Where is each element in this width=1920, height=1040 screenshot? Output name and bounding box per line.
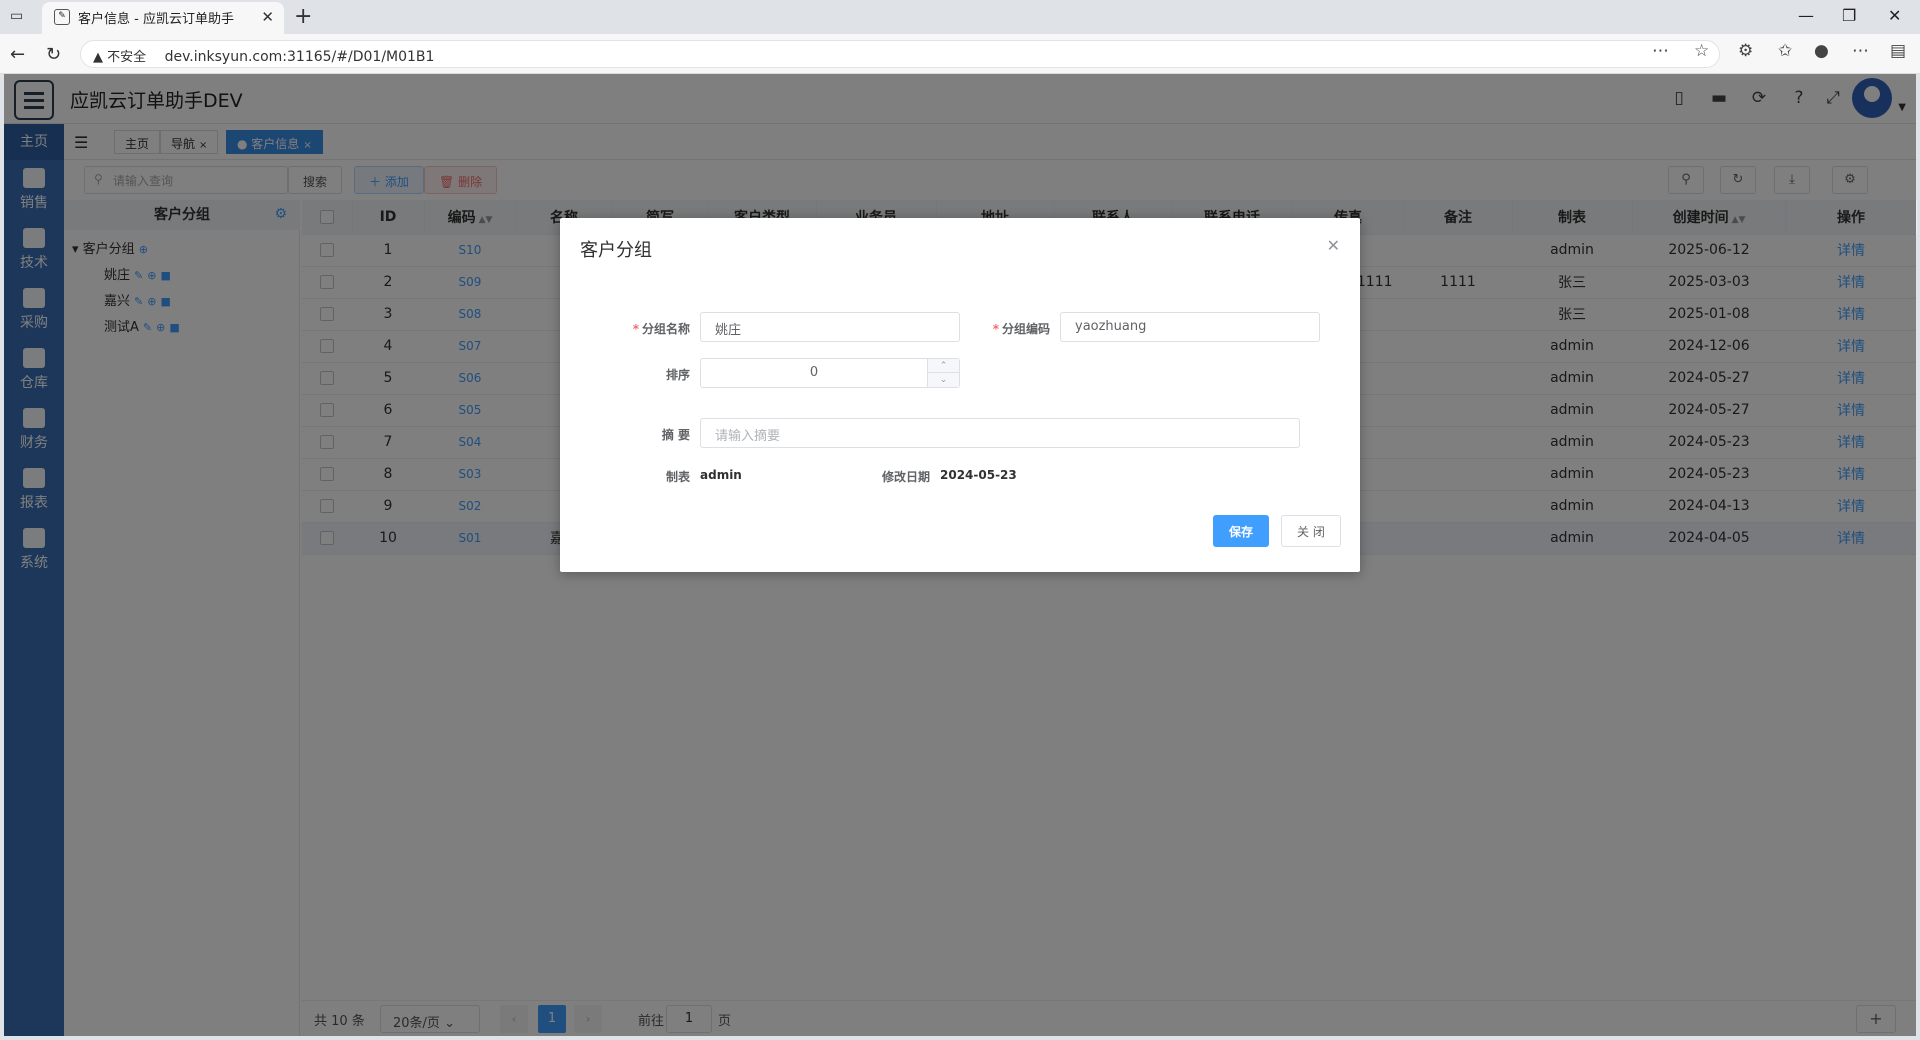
reader-icon[interactable]: ⋯ <box>1652 41 1669 61</box>
browser-tabbar: ▭ ✎ 客户信息 - 应凯云订单助手 ✕ + — ❐ ✕ <box>0 0 1920 34</box>
close-button[interactable]: 关 闭 <box>1281 515 1341 547</box>
new-tab-icon[interactable]: + <box>294 4 312 29</box>
url-field[interactable]: ▲ 不安全 dev.inksyun.com:31165/#/D01/M01B1 <box>80 40 1720 68</box>
sort-stepper[interactable]: 0 ⌃ ⌄ <box>700 358 960 388</box>
url-text: dev.inksyun.com:31165/#/D01/M01B1 <box>164 49 435 65</box>
stepper-arrows[interactable]: ⌃ ⌄ <box>927 359 959 387</box>
favicon-icon: ✎ <box>54 9 70 25</box>
maker-value: admin <box>700 468 742 482</box>
address-bar: ← ↻ ▲ 不安全 dev.inksyun.com:31165/#/D01/M0… <box>0 34 1920 74</box>
chevron-up-icon[interactable]: ⌃ <box>928 359 959 373</box>
more-icon[interactable]: ⋯ <box>1852 41 1869 61</box>
summary-input[interactable]: 请输入摘要 <box>700 418 1300 448</box>
group-code-input[interactable]: yaozhuang <box>1060 312 1320 342</box>
customer-group-dialog: 客户分组 ✕ * 分组名称 姚庄 * 分组编码 yaozhuang 排序 0 ⌃ ⌄… <box>560 218 1360 572</box>
group-code-label: * 分组编码 <box>992 322 1050 336</box>
dialog-title: 客户分组 <box>580 240 652 261</box>
favorites-icon[interactable]: ✩ <box>1778 41 1792 61</box>
sort-value: 0 <box>809 365 819 380</box>
modified-date-label: 修改日期 <box>881 470 930 484</box>
modified-date-value: 2024-05-23 <box>940 468 1017 482</box>
extensions-icon[interactable]: ⚙ <box>1738 41 1753 61</box>
maker-label: 制表 <box>665 470 690 484</box>
save-button[interactable]: 保存 <box>1213 515 1270 547</box>
tab-actions-icon[interactable]: ▭ <box>10 8 28 24</box>
window-close-icon[interactable]: ✕ <box>1888 6 1901 25</box>
minimize-icon[interactable]: — <box>1798 6 1814 25</box>
chevron-down-icon[interactable]: ⌄ <box>928 373 959 387</box>
reload-icon[interactable]: ↻ <box>46 44 61 65</box>
back-icon[interactable]: ← <box>10 44 25 65</box>
tab-close-icon[interactable]: ✕ <box>261 8 274 26</box>
close-icon[interactable]: ✕ <box>1327 236 1340 255</box>
browser-tab-title: 客户信息 - 应凯云订单助手 <box>78 12 234 27</box>
sidebar-icon[interactable]: ▤ <box>1890 41 1906 61</box>
summary-label: 摘 要 <box>661 428 690 442</box>
sort-label: 排序 <box>665 368 690 382</box>
group-name-label: * 分组名称 <box>632 322 690 336</box>
favorite-star-icon[interactable]: ☆ <box>1694 41 1709 61</box>
group-name-input[interactable]: 姚庄 <box>700 312 960 342</box>
restore-icon[interactable]: ❐ <box>1842 6 1856 25</box>
profile-icon[interactable]: ● <box>1814 41 1829 61</box>
security-warning[interactable]: ▲ 不安全 <box>93 50 146 65</box>
browser-tab[interactable]: ✎ 客户信息 - 应凯云订单助手 ✕ <box>42 2 284 34</box>
